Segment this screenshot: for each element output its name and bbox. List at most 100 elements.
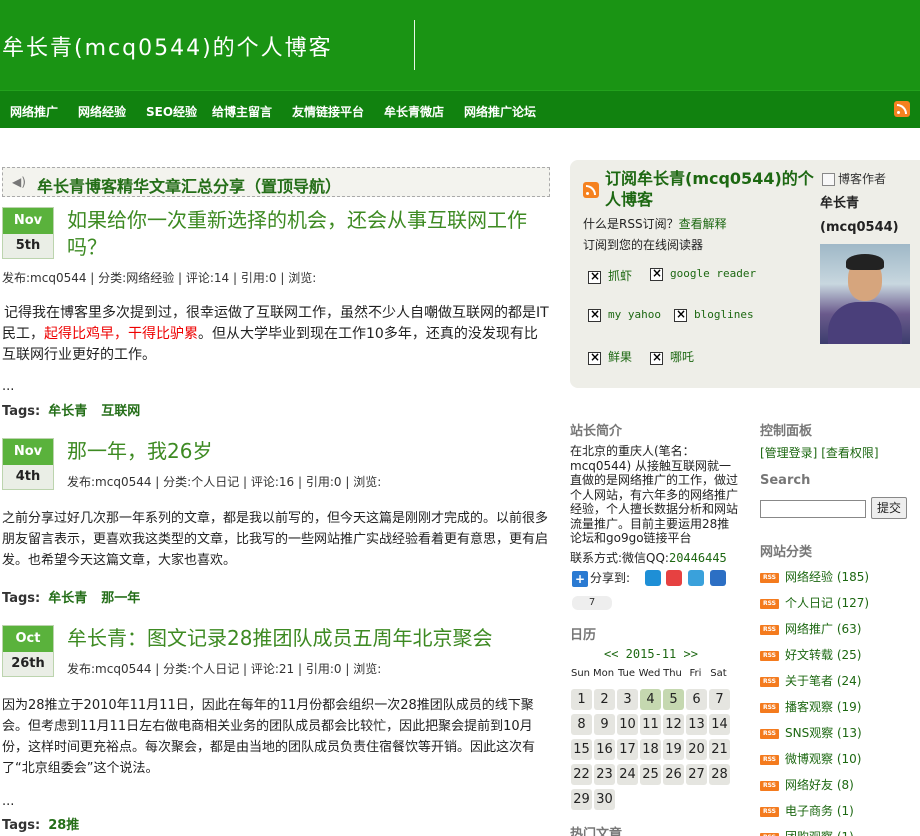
tag-link[interactable]: 牟长青 — [48, 404, 87, 419]
calendar-day: 18 — [640, 739, 661, 760]
reader-nezha[interactable]: 哪吒 — [650, 348, 694, 365]
category-label: 网络经验 (185) — [785, 570, 870, 584]
category-item[interactable]: RSS 播客观察 (19) — [760, 698, 861, 715]
calendar-day: 16 — [594, 739, 615, 760]
calendar-day: 8 — [571, 714, 592, 735]
calendar-day-linked[interactable]: 4 — [640, 689, 661, 710]
rss-badge-icon[interactable]: RSS — [760, 676, 779, 687]
search-heading: Search — [760, 473, 811, 488]
category-item[interactable]: RSS 网络推广 (63) — [760, 620, 861, 637]
calendar-day-linked[interactable]: 5 — [663, 689, 684, 710]
calendar-day: 25 — [640, 764, 661, 785]
site-title[interactable]: 牟长青(mcq0544)的个人博客 — [2, 30, 333, 62]
category-item[interactable]: RSS 电子商务 (1) — [760, 802, 854, 819]
title-divider — [414, 20, 415, 70]
share-pengyou-icon[interactable] — [688, 570, 704, 586]
calendar-day: 6 — [686, 689, 707, 710]
rss-badge-icon[interactable]: RSS — [760, 728, 779, 739]
nav-item-seo[interactable]: SEO经验 — [146, 103, 197, 120]
author-label: 博客作者 — [822, 170, 886, 187]
category-label: 电子商务 (1) — [785, 804, 854, 818]
reader-google[interactable]: google reader — [650, 266, 756, 281]
calendar-weekday: Thu — [663, 668, 682, 679]
category-item[interactable]: RSS 好文转载 (25) — [760, 646, 861, 663]
admin-login-link[interactable]: [管理登录] — [760, 446, 817, 460]
search-input[interactable] — [760, 500, 866, 518]
reader-yahoo[interactable]: my yahoo — [588, 307, 661, 322]
nav-item-links[interactable]: 友情链接平台 — [292, 103, 364, 120]
sticky-post-link[interactable]: 牟长青博客精华文章汇总分享（置顶导航） — [37, 173, 341, 197]
read-more-ellipsis: ... — [2, 379, 15, 394]
post-date-badge: Nov 5th — [2, 207, 54, 259]
search-submit-button[interactable]: 提交 — [871, 497, 907, 519]
rss-badge-icon[interactable]: RSS — [760, 572, 779, 583]
share-weibo-icon[interactable] — [666, 570, 682, 586]
subscribe-title[interactable]: 订阅牟长青(mcq0544)的个人博客 — [605, 168, 817, 210]
hot-posts-heading: 热门文章 — [570, 827, 623, 836]
calendar-weekday: Sat — [710, 668, 727, 679]
category-item[interactable]: RSS 个人日记 (127) — [760, 594, 869, 611]
rss-badge-icon[interactable]: RSS — [760, 832, 779, 836]
post-day: 5th — [3, 234, 53, 258]
rss-badge-icon[interactable]: RSS — [760, 780, 779, 791]
rss-badge-icon[interactable]: RSS — [760, 806, 779, 817]
qq-number[interactable]: 20446445 — [669, 551, 727, 565]
tag-link[interactable]: 那一年 — [101, 591, 140, 606]
site-header: 牟长青(mcq0544)的个人博客 — [0, 0, 920, 90]
calendar-day: 19 — [663, 739, 684, 760]
nav-item-shop[interactable]: 牟长青微店 — [384, 103, 444, 120]
post-title[interactable]: 牟长青：图文记录28推团队成员五周年北京聚会 — [67, 625, 552, 652]
category-item[interactable]: RSS 微博观察 (10) — [760, 750, 861, 767]
control-heading: 控制面板 — [760, 424, 813, 439]
broken-image-icon — [588, 350, 601, 365]
tag-link[interactable]: 互联网 — [101, 404, 140, 419]
calendar-weekday: Sun — [570, 668, 591, 679]
category-item[interactable]: RSS 网络经验 (185) — [760, 568, 869, 585]
share-renren-icon[interactable] — [710, 570, 726, 586]
view-permission-link[interactable]: [查看权限] — [821, 446, 878, 460]
about-text: 在北京的重庆人(笔名：mcq0544) 从接触互联网就一直做的是网络推广的工作，… — [570, 444, 739, 545]
calendar-day: 22 — [571, 764, 592, 785]
rss-icon[interactable] — [583, 182, 599, 198]
share-qzone-icon[interactable] — [645, 570, 661, 586]
share-plus-icon[interactable]: + — [572, 570, 588, 587]
share-bar[interactable]: + 分享到: — [572, 569, 630, 587]
rss-badge-icon[interactable]: RSS — [760, 702, 779, 713]
reader-xianguo[interactable]: 鲜果 — [588, 348, 632, 365]
tag-link[interactable]: 28推 — [48, 818, 79, 833]
nav-item-experience[interactable]: 网络经验 — [78, 103, 126, 120]
rss-explain-link[interactable]: 查看解释 — [679, 217, 727, 231]
rss-badge-icon[interactable]: RSS — [760, 624, 779, 635]
calendar-day: 15 — [571, 739, 592, 760]
rss-badge-icon[interactable]: RSS — [760, 754, 779, 765]
rss-badge-icon[interactable]: RSS — [760, 598, 779, 609]
post-date-badge: Oct 26th — [2, 625, 54, 677]
calendar-day: 7 — [709, 689, 730, 710]
broken-image-icon — [650, 266, 663, 281]
post-title[interactable]: 那一年，我26岁 — [67, 438, 552, 465]
post-meta: 发布:mcq0544 | 分类:个人日记 | 评论:16 | 引用:0 | 浏览… — [67, 475, 382, 489]
category-item[interactable]: RSS 关于笔者 (24) — [760, 672, 861, 689]
post-title[interactable]: 如果给你一次重新选择的机会，还会从事互联网工作吗？ — [67, 207, 552, 261]
calendar-day: 1 — [571, 689, 592, 710]
rss-feed-icon[interactable] — [894, 101, 910, 117]
author-name: 牟长青(mcq0544) — [820, 196, 899, 235]
reader-bloglines[interactable]: bloglines — [674, 307, 754, 322]
nav-item-guestbook[interactable]: 给博主留言 — [212, 103, 272, 120]
category-item[interactable]: RSS 团购观察 (1) — [760, 828, 854, 836]
post-month: Nov — [3, 439, 53, 465]
nav-item-promotion[interactable]: 网络推广 — [10, 103, 58, 120]
rss-badge-icon[interactable]: RSS — [760, 650, 779, 661]
category-item[interactable]: RSS SNS观察 (13) — [760, 724, 862, 741]
calendar-day: 11 — [640, 714, 661, 735]
author-photo — [820, 244, 910, 344]
calendar-weekday: Fri — [689, 668, 702, 679]
broken-image-icon — [588, 269, 601, 284]
tag-link[interactable]: 牟长青 — [48, 591, 87, 606]
category-item[interactable]: RSS 网络好友 (8) — [760, 776, 854, 793]
calendar-heading: 日历 — [570, 628, 597, 643]
calendar-nav[interactable]: << 2015-11 >> — [604, 647, 698, 661]
reader-zhuaxia[interactable]: 抓虾 — [588, 267, 632, 284]
nav-item-forum[interactable]: 网络推广论坛 — [464, 103, 536, 120]
post-month: Oct — [3, 626, 53, 652]
